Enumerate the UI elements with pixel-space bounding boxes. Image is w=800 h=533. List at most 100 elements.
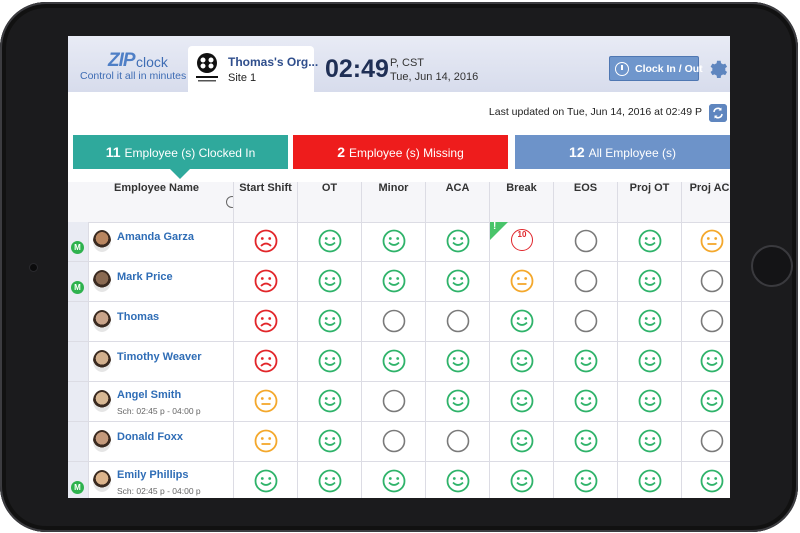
search-icon[interactable] <box>226 196 233 208</box>
status-cell-proj-ot[interactable] <box>617 462 681 498</box>
column-start-shift[interactable]: Start Shift <box>233 182 297 222</box>
gear-icon[interactable] <box>707 58 729 80</box>
table-row[interactable]: Timothy Weaver <box>68 342 730 382</box>
status-cell-minor[interactable] <box>361 222 425 261</box>
employee-name-link[interactable]: Timothy Weaver <box>117 351 202 363</box>
column-ot[interactable]: OT <box>297 182 361 222</box>
column-employee-name[interactable]: Employee Name <box>88 182 233 222</box>
status-cell-proj-aca[interactable] <box>681 222 730 261</box>
status-cell-ot[interactable] <box>297 422 361 461</box>
status-cell-aca[interactable] <box>425 262 489 301</box>
status-cell-aca[interactable] <box>425 462 489 498</box>
happy-face-icon <box>318 349 342 373</box>
tab-clocked-in[interactable]: 11 Employee (s) Clocked In <box>73 135 288 179</box>
employee-name-link[interactable]: Donald Foxx <box>117 431 183 443</box>
status-cell-minor[interactable] <box>361 262 425 301</box>
status-cell-aca[interactable] <box>425 342 489 381</box>
table-row[interactable]: Donald Foxx <box>68 422 730 462</box>
table-row[interactable]: M Emily Phillips Sch: 02:45 p - 04:00 p <box>68 462 730 498</box>
status-cell-proj-ot[interactable] <box>617 422 681 461</box>
status-cell-ot[interactable] <box>297 382 361 421</box>
happy-face-icon <box>700 389 724 413</box>
logo-brand: ZIP <box>108 50 136 71</box>
status-cell-ot[interactable] <box>297 302 361 341</box>
status-cell-ot[interactable] <box>297 222 361 261</box>
status-cell-ot[interactable] <box>297 462 361 498</box>
status-cell-start-shift[interactable] <box>233 302 297 341</box>
status-cell-minor[interactable] <box>361 462 425 498</box>
status-cell-start-shift[interactable] <box>233 462 297 498</box>
minor-badge: M <box>71 481 84 494</box>
status-cell-break[interactable] <box>489 262 553 301</box>
status-cell-aca[interactable] <box>425 422 489 461</box>
table-row[interactable]: M Amanda Garza! 10 <box>68 221 730 262</box>
status-cell-start-shift[interactable] <box>233 382 297 421</box>
status-cell-eos[interactable] <box>553 302 617 341</box>
status-cell-aca[interactable] <box>425 222 489 261</box>
zipclock-logo[interactable]: ZIP clock Control it all in minutes <box>80 50 188 86</box>
column-break[interactable]: Break <box>489 182 553 222</box>
status-cell-proj-aca[interactable] <box>681 422 730 461</box>
status-cell-eos[interactable] <box>553 462 617 498</box>
status-cell-start-shift[interactable] <box>233 262 297 301</box>
employee-name-link[interactable]: Thomas <box>117 311 159 323</box>
clocked-in-label: Employee (s) Clocked In <box>124 146 256 160</box>
avatar <box>93 270 111 292</box>
summary-tabs: 11 Employee (s) Clocked In 2 Employee (s) … <box>68 132 730 182</box>
status-cell-eos[interactable] <box>553 262 617 301</box>
employee-name-link[interactable]: Mark Price <box>117 271 173 283</box>
table-row[interactable]: Thomas <box>68 302 730 342</box>
employee-name-link[interactable]: Angel Smith <box>117 389 181 401</box>
status-cell-proj-aca[interactable] <box>681 342 730 381</box>
status-cell-minor[interactable] <box>361 422 425 461</box>
status-cell-break[interactable] <box>489 462 553 498</box>
status-cell-proj-ot[interactable] <box>617 342 681 381</box>
status-cell-ot[interactable] <box>297 262 361 301</box>
tab-missing[interactable]: 2 Employee (s) Missing <box>293 135 508 169</box>
status-cell-eos[interactable] <box>553 222 617 261</box>
status-cell-break[interactable] <box>489 302 553 341</box>
clock-in-out-button[interactable]: Clock In / Out <box>609 56 703 81</box>
happy-face-icon <box>638 469 662 493</box>
column-proj-aca[interactable]: Proj ACA <box>681 182 730 222</box>
column-aca[interactable]: ACA <box>425 182 489 222</box>
happy-face-icon <box>700 349 724 373</box>
refresh-icon[interactable] <box>709 104 727 122</box>
status-cell-proj-ot[interactable] <box>617 302 681 341</box>
status-cell-proj-aca[interactable] <box>681 462 730 498</box>
home-button[interactable] <box>751 245 793 287</box>
table-row[interactable]: Angel Smith Sch: 02:45 p - 04:00 p <box>68 382 730 422</box>
table-row[interactable]: M Mark Price <box>68 262 730 302</box>
status-cell-proj-ot[interactable] <box>617 262 681 301</box>
status-cell-minor[interactable] <box>361 342 425 381</box>
tab-all-employees[interactable]: 12 All Employee (s) <box>515 135 730 169</box>
status-cell-proj-ot[interactable] <box>617 222 681 261</box>
status-cell-start-shift[interactable] <box>233 222 297 261</box>
organization-selector[interactable]: Thomas's Org... Site 1 <box>188 46 318 92</box>
status-cell-break[interactable]: ! 10 <box>489 221 553 261</box>
status-cell-eos[interactable] <box>553 382 617 421</box>
status-cell-proj-aca[interactable] <box>681 262 730 301</box>
status-cell-break[interactable] <box>489 342 553 381</box>
status-cell-proj-aca[interactable] <box>681 302 730 341</box>
column-proj-ot[interactable]: Proj OT <box>617 182 681 222</box>
status-cell-proj-aca[interactable] <box>681 382 730 421</box>
column-eos[interactable]: EOS <box>553 182 617 222</box>
status-cell-start-shift[interactable] <box>233 422 297 461</box>
sad-face-icon <box>254 269 278 293</box>
status-cell-break[interactable] <box>489 382 553 421</box>
status-cell-break[interactable] <box>489 422 553 461</box>
employee-name-link[interactable]: Emily Phillips <box>117 469 189 481</box>
status-cell-aca[interactable] <box>425 302 489 341</box>
column-minor[interactable]: Minor <box>361 182 425 222</box>
status-cell-ot[interactable] <box>297 342 361 381</box>
status-cell-proj-ot[interactable] <box>617 382 681 421</box>
status-cell-eos[interactable] <box>553 342 617 381</box>
status-cell-aca[interactable] <box>425 382 489 421</box>
employee-name-link[interactable]: Amanda Garza <box>117 231 194 243</box>
status-cell-eos[interactable] <box>553 422 617 461</box>
happy-face-icon <box>382 269 406 293</box>
status-cell-start-shift[interactable] <box>233 342 297 381</box>
status-cell-minor[interactable] <box>361 302 425 341</box>
status-cell-minor[interactable] <box>361 382 425 421</box>
